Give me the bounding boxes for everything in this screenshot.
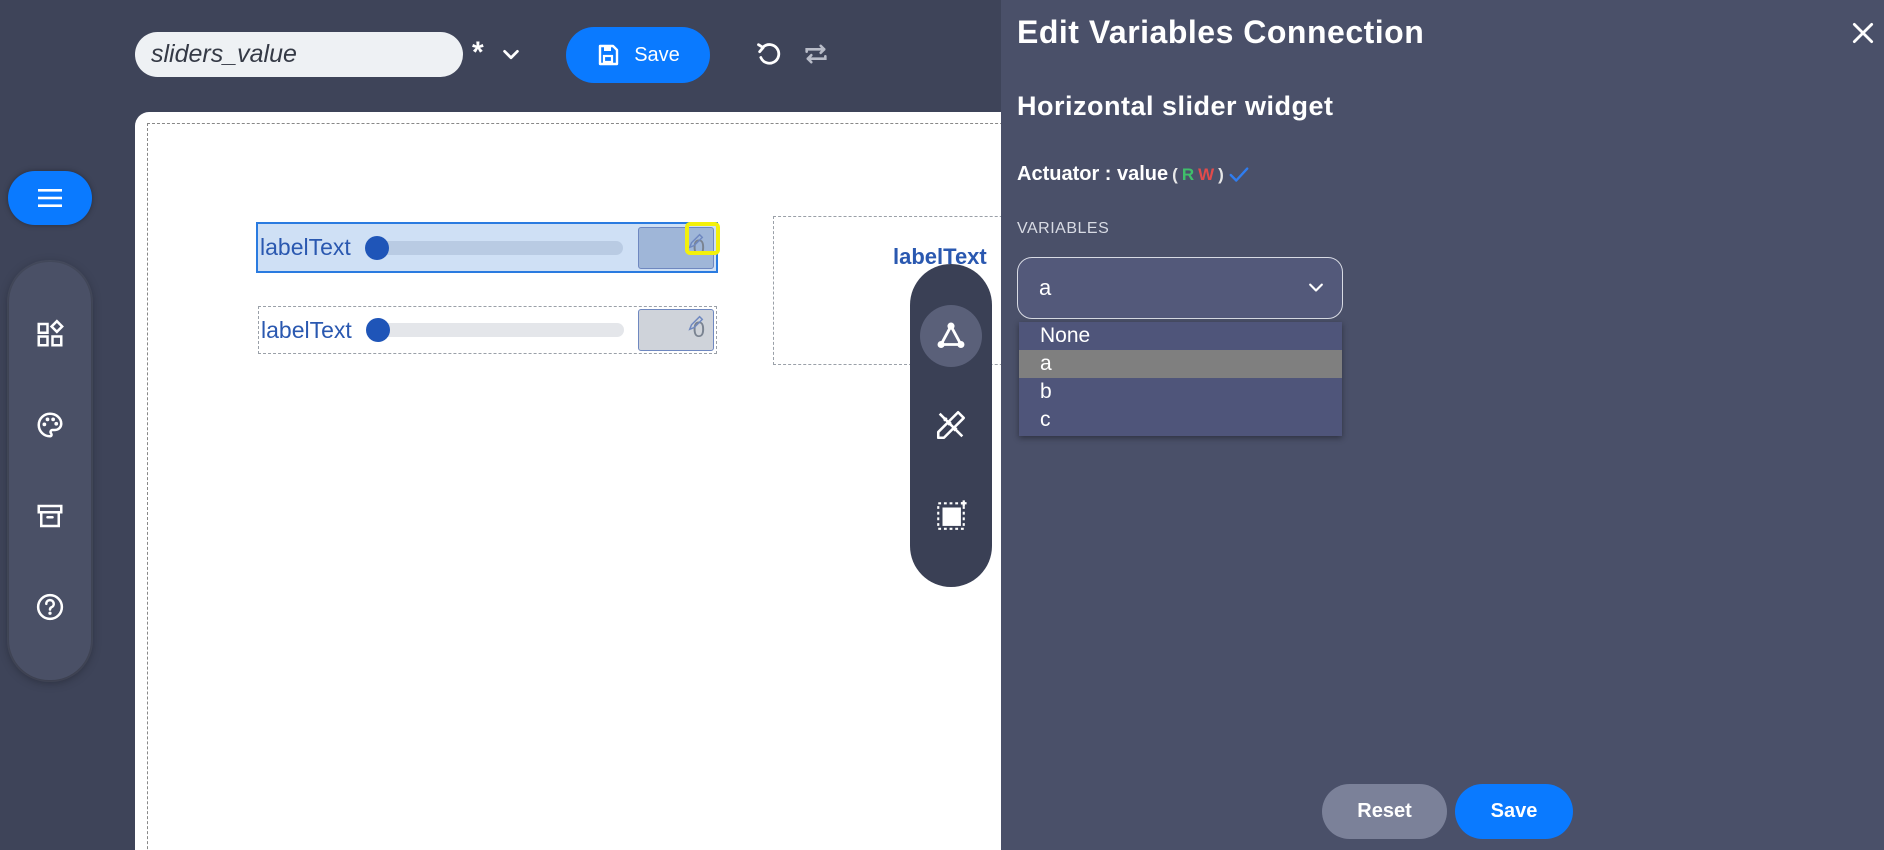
widgets-icon[interactable] (35, 319, 65, 349)
variable-options-list: None a b c (1019, 322, 1342, 436)
slider-label: labelText (260, 234, 351, 260)
archive-icon[interactable] (35, 501, 65, 531)
save-dashboard-button[interactable]: Save (566, 27, 710, 83)
actuator-label: Actuator : value (1017, 163, 1169, 185)
read-flag: R (1181, 164, 1195, 184)
variable-option-b[interactable]: b (1019, 378, 1342, 406)
variable-option-none[interactable]: None (1019, 322, 1342, 350)
actuator-row: Actuator : value (R W) (1017, 163, 1250, 186)
edit-connection-highlight (685, 222, 720, 255)
horizontal-slider-widget-selected[interactable]: labelText 0 (256, 222, 718, 273)
chevron-down-icon[interactable] (500, 44, 522, 66)
slider-track[interactable] (378, 240, 623, 255)
slider-track[interactable] (379, 323, 624, 337)
save-connection-button[interactable]: Save (1455, 784, 1573, 839)
main-menu-button[interactable] (8, 171, 92, 225)
variable-option-c[interactable]: c (1019, 406, 1342, 434)
connect-variables-button[interactable] (920, 305, 982, 367)
dashboard-name-input[interactable]: sliders_value (135, 32, 463, 77)
chevron-down-icon (1309, 283, 1323, 292)
connection-icon (937, 322, 965, 349)
reset-button[interactable]: Reset (1322, 784, 1447, 839)
slider-value-box[interactable]: 0 (638, 309, 714, 351)
checkmark-icon (1229, 166, 1249, 182)
variable-selected-value: a (1039, 275, 1052, 300)
horizontal-slider-widget[interactable]: labelText 0 (258, 306, 717, 354)
save-dashboard-label: Save (634, 43, 680, 66)
resize-icon[interactable] (934, 499, 968, 533)
rw-close-paren: ) (1218, 164, 1224, 184)
pencil-icon[interactable] (687, 314, 705, 332)
variable-option-a[interactable]: a (1019, 350, 1342, 378)
help-icon[interactable] (35, 592, 65, 622)
redo-icon[interactable] (802, 40, 830, 68)
slider-label: labelText (261, 316, 352, 343)
slider-thumb[interactable] (366, 318, 390, 342)
variable-select[interactable]: a (1017, 257, 1343, 319)
design-tools-icon[interactable] (934, 408, 968, 442)
widget-type-heading: Horizontal slider widget (1017, 91, 1334, 121)
slider-thumb[interactable] (365, 235, 389, 260)
write-flag: W (1198, 164, 1215, 184)
floppy-disk-icon (599, 44, 619, 66)
hamburger-icon (38, 189, 62, 207)
unsaved-marker: * (472, 36, 484, 69)
rw-open-paren: ( (1172, 164, 1178, 184)
palette-icon[interactable] (35, 410, 65, 440)
panel-title: Edit Variables Connection (1017, 14, 1425, 50)
close-icon[interactable] (1850, 20, 1876, 46)
undo-icon[interactable] (755, 40, 783, 68)
widget-frame[interactable] (773, 216, 1033, 365)
variables-section-label: VARIABLES (1017, 220, 1110, 237)
